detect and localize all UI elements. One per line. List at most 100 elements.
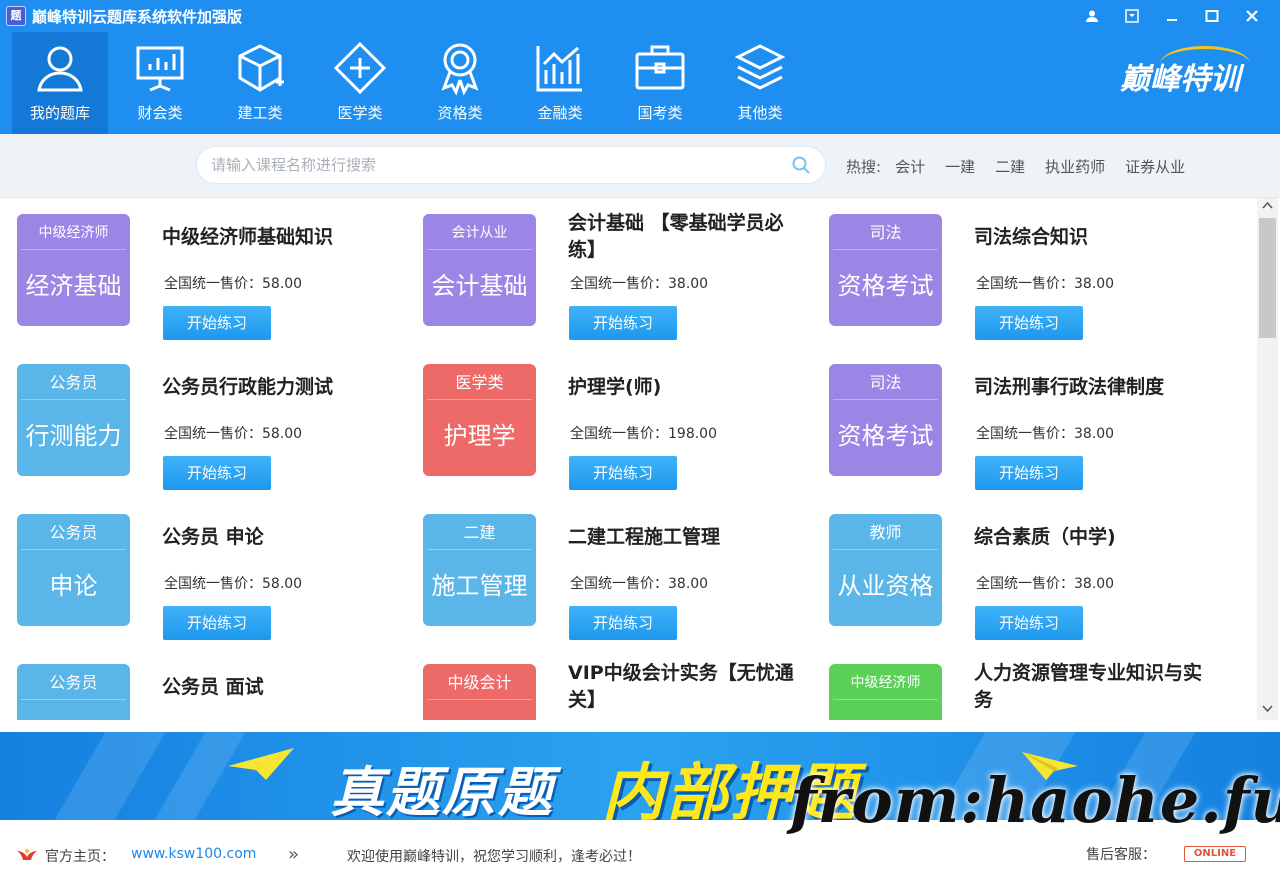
account-button[interactable] xyxy=(1072,4,1112,28)
home-label: 官方主页： xyxy=(45,849,115,865)
start-practice-button[interactable]: 开始练习 xyxy=(975,456,1083,490)
banner-text-white: 真题原题 xyxy=(330,761,554,820)
course-title[interactable]: 公务员 面试 xyxy=(162,674,402,701)
nav-item-construction[interactable]: 建工类 xyxy=(212,32,308,134)
course-thumbnail[interactable]: 司法 资格考试 xyxy=(829,214,942,326)
start-practice-button[interactable]: 开始练习 xyxy=(163,306,271,340)
search-area: 热搜: 会计 一建 二建 执业药师 证券从业 xyxy=(0,134,1280,198)
course-thumbnail[interactable]: 二建 施工管理 xyxy=(423,514,536,626)
course-thumbnail[interactable]: 公务员 xyxy=(17,664,130,720)
hot-term[interactable]: 证券从业 xyxy=(1125,156,1185,177)
maximize-icon xyxy=(1205,10,1219,22)
close-icon xyxy=(1246,10,1258,22)
minimize-button[interactable] xyxy=(1152,4,1192,28)
nav-item-other[interactable]: 其他类 xyxy=(712,32,808,134)
course-price: 全国统一售价：58.00 xyxy=(164,426,303,442)
hot-term[interactable]: 会计 xyxy=(895,156,925,177)
vertical-scrollbar[interactable] xyxy=(1257,198,1278,720)
course-price: 全国统一售价：38.00 xyxy=(976,576,1115,592)
nav-item-national-exam[interactable]: 国考类 xyxy=(612,32,708,134)
nav-item-my-library[interactable]: 我的题库 xyxy=(12,32,108,134)
nav-label: 我的题库 xyxy=(29,104,90,122)
course-title[interactable]: 司法综合知识 xyxy=(974,224,1214,251)
course-title[interactable]: 护理学(师) xyxy=(568,374,808,401)
course-title[interactable]: 公务员行政能力测试 xyxy=(162,374,402,401)
course-card: 中级经济师 人力资源管理专业知识与实务 xyxy=(812,648,1212,720)
hot-term[interactable]: 一建 xyxy=(945,156,975,177)
hot-term[interactable]: 二建 xyxy=(995,156,1025,177)
home-link[interactable]: www.ksw100.com xyxy=(131,846,256,862)
course-title[interactable]: 人力资源管理专业知识与实务 xyxy=(974,660,1214,714)
brand-logo: 巅峰特训 xyxy=(1120,46,1250,98)
watermark-text: from:haohe.fun xyxy=(790,764,1280,837)
scrollbar-thumb[interactable] xyxy=(1259,218,1276,338)
thumbnail-subject: 施工管理 xyxy=(431,572,528,600)
course-price: 全国统一售价：38.00 xyxy=(976,276,1115,292)
course-title[interactable]: 二建工程施工管理 xyxy=(568,524,808,551)
logo-swoosh xyxy=(1160,46,1250,82)
course-title[interactable]: 司法刑事行政法律制度 xyxy=(974,374,1214,401)
course-card: 司法 资格考试 司法综合知识 全国统一售价：38.00 开始练习 xyxy=(812,198,1214,340)
search-input[interactable] xyxy=(211,147,791,183)
home-wing-icon xyxy=(17,849,37,860)
start-practice-button[interactable]: 开始练习 xyxy=(975,606,1083,640)
course-thumbnail[interactable]: 公务员 行测能力 xyxy=(17,364,130,476)
course-thumbnail[interactable]: 会计从业 会计基础 xyxy=(423,214,536,326)
start-practice-button[interactable]: 开始练习 xyxy=(163,606,271,640)
course-thumbnail[interactable]: 中级经济师 xyxy=(829,664,942,720)
course-thumbnail[interactable]: 教师 从业资格 xyxy=(829,514,942,626)
course-title[interactable]: VIP中级会计实务【无忧通关】 xyxy=(568,660,808,714)
start-practice-button[interactable]: 开始练习 xyxy=(569,306,677,340)
course-price: 全国统一售价：58.00 xyxy=(164,576,303,592)
thumbnail-category: 教师 xyxy=(833,514,938,550)
course-thumbnail[interactable]: 司法 资格考试 xyxy=(829,364,942,476)
course-title[interactable]: 综合素质（中学) xyxy=(974,524,1214,551)
search-box xyxy=(196,146,826,184)
course-price: 全国统一售价：38.00 xyxy=(570,576,709,592)
medical-cross-icon xyxy=(333,41,387,95)
presentation-board-icon xyxy=(136,46,184,92)
course-thumbnail[interactable]: 公务员 申论 xyxy=(17,514,130,626)
paper-plane-icon xyxy=(228,748,294,780)
course-title[interactable]: 中级经济师基础知识 xyxy=(162,224,402,251)
close-button[interactable] xyxy=(1232,4,1272,28)
course-thumbnail[interactable]: 中级经济师 经济基础 xyxy=(17,214,130,326)
thumbnail-category: 二建 xyxy=(427,514,532,550)
nav-item-qualification[interactable]: 资格类 xyxy=(412,32,508,134)
course-title[interactable]: 公务员 申论 xyxy=(162,524,402,551)
course-title[interactable]: 会计基础 【零基础学员必练】 xyxy=(568,210,808,264)
layers-icon xyxy=(734,44,786,90)
settings-menu-button[interactable] xyxy=(1112,4,1152,28)
briefcase-icon xyxy=(635,45,685,90)
nav-label: 资格类 xyxy=(437,104,483,122)
course-thumbnail[interactable]: 中级会计 xyxy=(423,664,536,720)
start-practice-button[interactable]: 开始练习 xyxy=(163,456,271,490)
course-card: 公务员 公务员 面试 xyxy=(0,648,400,720)
bar-chart-icon xyxy=(536,46,582,92)
chevron-down-icon[interactable] xyxy=(1262,703,1273,714)
start-practice-button[interactable]: 开始练习 xyxy=(569,456,677,490)
hot-search-label: 热搜: xyxy=(846,158,882,176)
course-thumbnail[interactable]: 医学类 护理学 xyxy=(423,364,536,476)
start-practice-button[interactable]: 开始练习 xyxy=(569,606,677,640)
chevron-up-icon[interactable] xyxy=(1262,200,1273,211)
thumbnail-category: 会计从业 xyxy=(427,214,532,250)
search-icon[interactable] xyxy=(791,155,811,175)
course-card: 中级经济师 经济基础 中级经济师基础知识 全国统一售价：58.00 开始练习 xyxy=(0,198,402,340)
thumbnail-subject: 护理学 xyxy=(443,422,516,450)
nav-label: 金融类 xyxy=(537,104,583,122)
nav-item-finance-accounting[interactable]: 财会类 xyxy=(112,32,208,134)
maximize-button[interactable] xyxy=(1192,4,1232,28)
nav-item-medical[interactable]: 医学类 xyxy=(312,32,408,134)
nav-label: 建工类 xyxy=(237,104,283,122)
thumbnail-category: 医学类 xyxy=(427,364,532,400)
hot-term[interactable]: 执业药师 xyxy=(1045,156,1105,177)
course-card: 会计从业 会计基础 会计基础 【零基础学员必练】 全国统一售价：38.00 开始… xyxy=(406,198,808,340)
double-chevron-right-icon: » xyxy=(288,844,300,865)
nav-item-finance[interactable]: 金融类 xyxy=(512,32,608,134)
nav-label: 其他类 xyxy=(737,104,783,122)
online-service-button[interactable]: ONLINE xyxy=(1184,846,1246,862)
cube-icon xyxy=(238,44,284,92)
service-label: 售后客服： xyxy=(1086,847,1156,863)
start-practice-button[interactable]: 开始练习 xyxy=(975,306,1083,340)
